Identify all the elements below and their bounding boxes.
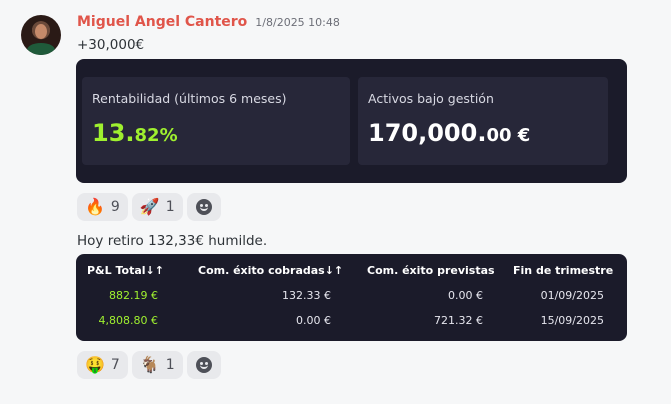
fire-icon: 🔥 bbox=[85, 197, 105, 216]
reaction-count: 1 bbox=[165, 199, 175, 215]
table-cell-fees-collected: 132.33 € bbox=[282, 289, 331, 302]
message-header: Miguel Angel Cantero 1/8/2025 10:48 bbox=[77, 14, 340, 30]
reactions-bar-2: 🤑 7 🐐 1 bbox=[77, 351, 221, 379]
table-cell-pnl: 4,808.80 € bbox=[98, 314, 158, 327]
table-cell-fees-forecast: 721.32 € bbox=[434, 314, 483, 327]
table-header-pnl[interactable]: P&L Total↓↑ bbox=[87, 264, 164, 277]
reaction-count: 9 bbox=[110, 199, 120, 215]
reaction-fire[interactable]: 🔥 9 bbox=[77, 193, 128, 221]
aum-value: 170,000.00 € bbox=[368, 119, 530, 147]
table-cell-pnl: 882.19 € bbox=[109, 289, 158, 302]
reaction-money-face[interactable]: 🤑 7 bbox=[77, 351, 128, 379]
aum-label: Activos bajo gestión bbox=[368, 91, 494, 106]
rocket-icon: 🚀 bbox=[139, 197, 160, 216]
avatar-shirt bbox=[27, 43, 55, 55]
reaction-rocket[interactable]: 🚀 1 bbox=[131, 193, 183, 221]
aum-value-dec: 00 € bbox=[486, 125, 531, 146]
chat-message: Miguel Angel Cantero 1/8/2025 10:48 +30,… bbox=[0, 0, 671, 404]
smile-icon bbox=[195, 199, 212, 215]
table-header-fees-forecast: Com. éxito previstas bbox=[367, 264, 495, 277]
add-reaction-button[interactable] bbox=[186, 351, 221, 379]
goat-icon: 🐐 bbox=[139, 355, 160, 374]
add-reaction-button[interactable] bbox=[186, 193, 221, 221]
message-timestamp: 1/8/2025 10:48 bbox=[255, 16, 340, 29]
message-text: +30,000€ bbox=[77, 37, 145, 53]
return-value: 13.82% bbox=[92, 119, 178, 147]
table-cell-fees-collected: 0.00 € bbox=[296, 314, 331, 327]
table-cell-quarter-end: 01/09/2025 bbox=[540, 289, 604, 302]
aum-value-int: 170,000. bbox=[368, 119, 487, 147]
return-label: Rentabilidad (últimos 6 meses) bbox=[92, 91, 287, 106]
table-header-quarter-end: Fin de trimestre bbox=[513, 264, 614, 277]
author-name[interactable]: Miguel Angel Cantero bbox=[77, 14, 247, 30]
avatar-face bbox=[35, 24, 47, 39]
return-metric: Rentabilidad (últimos 6 meses) 13.82% bbox=[82, 77, 350, 165]
smile-icon bbox=[195, 357, 212, 373]
pnl-table-card: P&L Total↓↑ Com. éxito cobradas↓↑ Com. é… bbox=[76, 254, 627, 341]
reaction-goat[interactable]: 🐐 1 bbox=[131, 351, 183, 379]
avatar[interactable] bbox=[21, 15, 61, 55]
message-text-2: Hoy retiro 132,33€ humilde. bbox=[77, 233, 268, 249]
table-cell-fees-forecast: 0.00 € bbox=[448, 289, 483, 302]
reactions-bar: 🔥 9 🚀 1 bbox=[77, 193, 221, 221]
table-cell-quarter-end: 15/09/2025 bbox=[540, 314, 604, 327]
return-value-dec: 82% bbox=[134, 125, 178, 146]
table-header-fees-collected[interactable]: Com. éxito cobradas↓↑ bbox=[198, 264, 343, 277]
stats-card: Rentabilidad (últimos 6 meses) 13.82% Ac… bbox=[76, 59, 627, 183]
return-value-int: 13. bbox=[92, 119, 135, 147]
reaction-count: 1 bbox=[165, 357, 175, 373]
aum-metric: Activos bajo gestión 170,000.00 € bbox=[358, 77, 608, 165]
money-face-icon: 🤑 bbox=[85, 355, 105, 374]
reaction-count: 7 bbox=[110, 357, 120, 373]
